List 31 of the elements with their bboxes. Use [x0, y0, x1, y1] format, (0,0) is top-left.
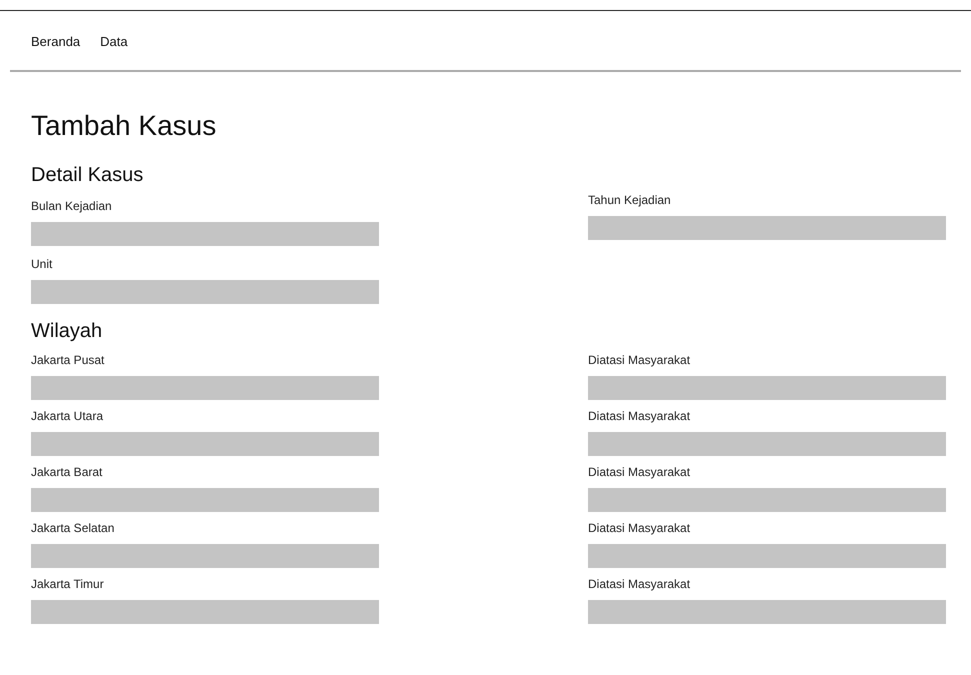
nav-link[interactable]: Beranda	[31, 32, 80, 52]
field-label: Diatasi Masyarakat	[588, 520, 692, 536]
input-field[interactable]	[31, 600, 379, 624]
field-label: Unit	[31, 256, 54, 272]
input-field[interactable]	[588, 544, 946, 568]
input-field[interactable]	[588, 432, 946, 456]
field-label: Jakarta Pusat	[31, 352, 106, 368]
field-label: Jakarta Timur	[31, 576, 105, 592]
section-heading: Detail Kasus	[31, 163, 144, 188]
input-field[interactable]	[31, 376, 379, 400]
page-title: Tambah Kasus	[31, 109, 218, 143]
input-field[interactable]	[31, 222, 379, 246]
field-label: Bulan Kejadian	[31, 198, 113, 214]
field-label: Jakarta Barat	[31, 464, 104, 480]
nav-link[interactable]: Data	[100, 32, 128, 52]
input-field[interactable]	[588, 216, 946, 240]
section-heading: Wilayah	[31, 319, 104, 344]
input-field[interactable]	[31, 280, 379, 304]
input-field[interactable]	[588, 488, 946, 512]
field-label: Jakarta Utara	[31, 408, 104, 424]
input-field[interactable]	[588, 600, 946, 624]
field-label: Tahun Kejadian	[588, 192, 672, 208]
input-field[interactable]	[31, 544, 379, 568]
input-field[interactable]	[588, 376, 946, 400]
field-label: Diatasi Masyarakat	[588, 352, 692, 368]
input-field[interactable]	[31, 432, 379, 456]
input-field[interactable]	[31, 488, 379, 512]
field-label: Diatasi Masyarakat	[588, 408, 692, 424]
field-label: Diatasi Masyarakat	[588, 576, 692, 592]
field-label: Jakarta Selatan	[31, 520, 116, 536]
field-label: Diatasi Masyarakat	[588, 464, 692, 480]
